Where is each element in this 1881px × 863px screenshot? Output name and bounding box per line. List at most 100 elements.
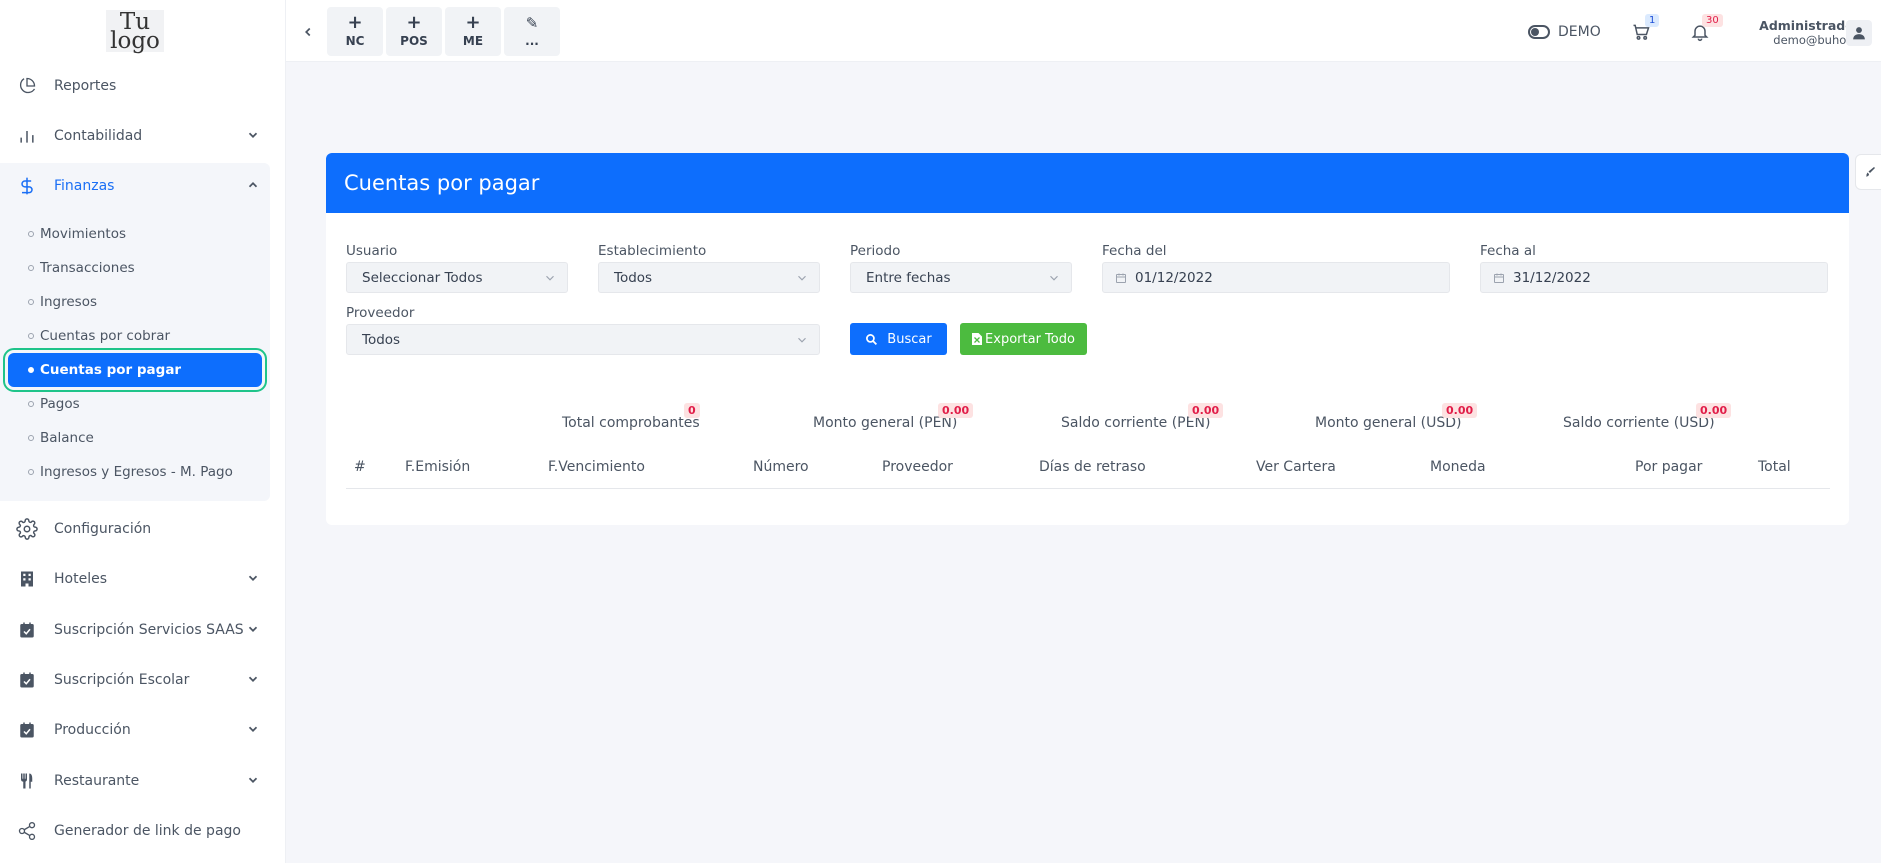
fecha-del-input[interactable]: 01/12/2022 xyxy=(1102,262,1450,293)
avatar[interactable] xyxy=(1846,20,1872,46)
chevron-down-icon xyxy=(246,571,260,585)
bullet-icon xyxy=(28,231,34,237)
quick-edit-button[interactable]: ✎ ... xyxy=(504,7,560,56)
user-icon xyxy=(1853,27,1865,40)
sidebar-item-contabilidad[interactable]: Contabilidad xyxy=(0,114,286,158)
submenu-label: Cuentas por cobrar xyxy=(40,328,171,344)
sidebar-item-suscripcion-saas[interactable]: Suscripción Servicios SAAS xyxy=(0,608,286,652)
column-header-fecha-emision[interactable]: F.Emisión xyxy=(405,459,470,475)
quick-new-pos-button[interactable]: + POS xyxy=(386,7,442,56)
quick-new-nc-button[interactable]: + NC xyxy=(327,7,383,56)
quick-label: ME xyxy=(462,34,484,48)
column-header-moneda[interactable]: Moneda xyxy=(1430,459,1486,475)
usuario-value: Seleccionar Todos xyxy=(362,269,483,286)
plus-icon: + xyxy=(406,12,422,33)
stat-saldo-corriente-pen-value: 0.00 xyxy=(1188,403,1224,418)
column-header-ver-cartera[interactable]: Ver Cartera xyxy=(1256,459,1336,475)
calendar-check-icon xyxy=(16,719,38,741)
bullet-icon xyxy=(28,265,34,271)
periodo-select[interactable]: Entre fechas xyxy=(850,262,1072,293)
sidebar: Tu logo Reportes Contabilidad Finanzas M… xyxy=(0,0,286,863)
page-title: Cuentas por pagar xyxy=(344,171,540,195)
sidebar-item-hoteles[interactable]: Hoteles xyxy=(0,557,286,601)
column-header-dias-retraso[interactable]: Días de retraso xyxy=(1039,459,1146,475)
proveedor-value: Todos xyxy=(362,331,401,348)
chevron-down-icon xyxy=(795,271,809,285)
column-header-total[interactable]: Total xyxy=(1758,459,1791,475)
column-header-fecha-vencimiento[interactable]: F.Vencimiento xyxy=(548,459,645,475)
submenu-item-movimientos[interactable]: Movimientos xyxy=(8,217,262,251)
usuario-select[interactable]: Seleccionar Todos xyxy=(346,262,568,293)
sidebar-item-finanzas[interactable]: Finanzas xyxy=(0,164,270,208)
submenu-item-transacciones[interactable]: Transacciones xyxy=(8,251,262,285)
plus-icon: + xyxy=(465,12,481,33)
chevron-down-icon xyxy=(246,722,260,736)
column-header-proveedor[interactable]: Proveedor xyxy=(882,459,953,475)
collapse-sidebar-button[interactable] xyxy=(298,20,318,44)
submenu-label: Balance xyxy=(40,430,94,446)
establecimiento-label: Establecimiento xyxy=(598,243,707,259)
bullet-icon xyxy=(28,435,34,441)
calendar-check-icon xyxy=(16,669,38,691)
chevron-down-icon xyxy=(246,128,260,142)
submenu-item-cuentas-por-pagar[interactable]: Cuentas por pagar xyxy=(3,348,267,392)
column-header-number: # xyxy=(354,459,366,475)
export-button-label: Exportar Todo xyxy=(985,331,1075,347)
bullet-icon xyxy=(28,367,34,373)
submenu-label: Pagos xyxy=(40,396,80,412)
submenu-item-cuentas-por-cobrar[interactable]: Cuentas por cobrar xyxy=(8,319,262,353)
file-excel-icon xyxy=(972,333,983,345)
table-divider xyxy=(346,488,1830,489)
submenu-item-balance[interactable]: Balance xyxy=(8,421,262,455)
column-header-numero[interactable]: Número xyxy=(753,459,809,475)
search-button[interactable]: Buscar xyxy=(850,323,947,355)
sidebar-item-configuracion[interactable]: Configuración xyxy=(0,507,286,551)
stat-saldo-corriente-usd-value: 0.00 xyxy=(1696,403,1732,418)
plus-icon: + xyxy=(347,12,363,33)
submenu-item-ingresos[interactable]: Ingresos xyxy=(8,285,262,319)
sidebar-item-generador-link[interactable]: Generador de link de pago xyxy=(0,809,286,853)
stat-monto-general-usd-label: Monto general (USD) xyxy=(1315,415,1462,431)
sidebar-item-restaurante[interactable]: Restaurante xyxy=(0,759,286,803)
submenu-item-pagos[interactable]: Pagos xyxy=(8,387,262,421)
fecha-al-label: Fecha al xyxy=(1480,243,1536,259)
stat-monto-general-pen-label: Monto general (PEN) xyxy=(813,415,958,431)
usuario-label: Usuario xyxy=(346,243,398,259)
notifications-button[interactable]: 30 xyxy=(1690,14,1723,46)
establecimiento-select[interactable]: Todos xyxy=(598,262,820,293)
export-all-button[interactable]: Exportar Todo xyxy=(960,323,1087,355)
quick-label: POS xyxy=(400,34,428,48)
search-button-label: Buscar xyxy=(887,331,932,347)
cart-button[interactable]: 1 xyxy=(1631,14,1660,46)
sidebar-item-label: Configuración xyxy=(54,521,152,537)
submenu-item-ingresos-egresos[interactable]: Ingresos y Egresos - M. Pago xyxy=(8,455,262,489)
card-header: Cuentas por pagar xyxy=(326,153,1849,213)
pie-chart-icon xyxy=(16,75,38,97)
sidebar-item-suscripcion-escolar[interactable]: Suscripción Escolar xyxy=(0,658,286,702)
periodo-label: Periodo xyxy=(850,243,901,259)
quick-new-me-button[interactable]: + ME xyxy=(445,7,501,56)
establecimiento-value: Todos xyxy=(614,269,653,286)
fecha-del-label: Fecha del xyxy=(1102,243,1167,259)
user-info[interactable]: Administrador demo@buho.la xyxy=(1740,18,1860,47)
topbar: + NC + POS + ME ✎ ... DEMO 1 30 Administ… xyxy=(286,0,1881,62)
brush-icon xyxy=(1866,167,1875,177)
demo-label: DEMO xyxy=(1558,24,1601,40)
calendar-check-icon xyxy=(16,619,38,641)
submenu-label: Ingresos y Egresos - M. Pago xyxy=(40,464,233,480)
calendar-icon xyxy=(1116,273,1126,283)
proveedor-select[interactable]: Todos xyxy=(346,324,820,355)
quick-label: NC xyxy=(345,34,365,48)
sidebar-item-produccion[interactable]: Producción xyxy=(0,708,286,752)
customizer-toggle-button[interactable] xyxy=(1855,154,1881,190)
sidebar-item-label: Generador de link de pago xyxy=(54,823,241,839)
sidebar-item-reportes[interactable]: Reportes xyxy=(0,64,286,108)
user-email: demo@buho.la xyxy=(1773,33,1860,47)
fecha-al-input[interactable]: 31/12/2022 xyxy=(1480,262,1828,293)
chevron-down-icon xyxy=(246,773,260,787)
demo-mode-toggle[interactable]: DEMO xyxy=(1528,24,1601,40)
logo[interactable]: Tu logo xyxy=(106,10,164,53)
column-header-por-pagar[interactable]: Por pagar xyxy=(1635,459,1702,475)
sidebar-item-label: Producción xyxy=(54,722,131,738)
chevron-down-icon xyxy=(1047,271,1061,285)
